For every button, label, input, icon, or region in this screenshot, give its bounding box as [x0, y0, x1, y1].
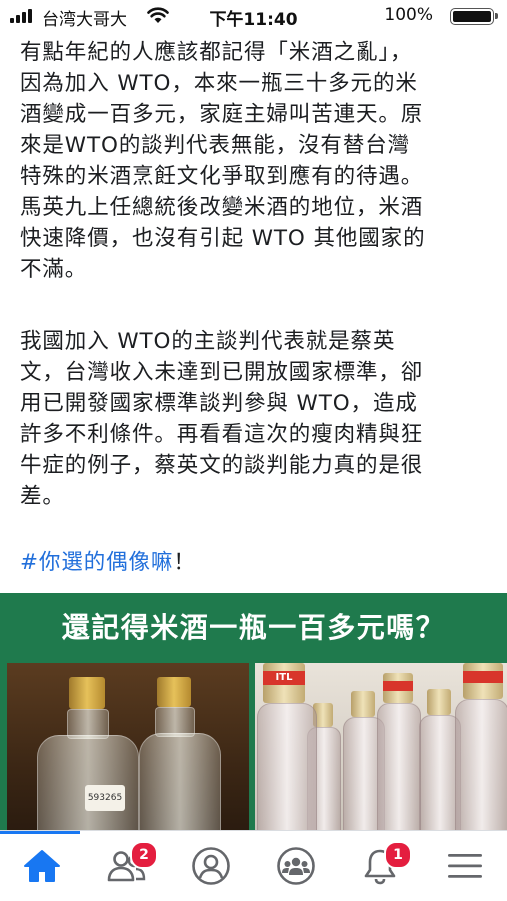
tab-profile[interactable] [169, 831, 253, 901]
post-body-continued: 我國加入 WTO的主談判代表就是蔡英 文，台灣收入未達到已開放國家標準，卻 用已… [20, 326, 490, 512]
post-image[interactable]: 還記得米酒一瓶一百多元嗎？ 593265 ITL [0, 593, 507, 833]
bottle-tag: 593265 [85, 785, 125, 811]
rice-wine-bottles-photo-left: 593265 [7, 663, 249, 833]
tab-friends[interactable]: 2 [84, 831, 168, 901]
post-body: 有點年紀的人應該都記得「米酒之亂」， 因為加入 WTO，本來一瓶三十多元的米 酒… [20, 37, 490, 285]
tab-home[interactable] [0, 831, 84, 901]
status-bar: 台湾大哥大 下午11:40 100% [0, 0, 507, 32]
tab-notifications[interactable]: 1 [338, 831, 422, 901]
battery-level [453, 11, 491, 22]
hamburger-menu-icon [448, 854, 482, 878]
bottom-navigation-bar: 2 1 [0, 830, 507, 901]
tab-groups[interactable] [254, 831, 338, 901]
battery-percentage: 100% [384, 5, 433, 25]
battery-icon [450, 8, 498, 25]
hashtag-suffix: ！ [173, 550, 196, 575]
tab-menu[interactable] [423, 831, 507, 901]
rice-wine-bottles-photo-right: ITL [255, 663, 507, 833]
image-caption-title: 還記得米酒一瓶一百多元嗎？ [61, 611, 446, 644]
hashtag-line: #你選的偶像嘛！ [20, 545, 196, 576]
profile-icon [192, 847, 230, 885]
bottle-label: ITL [263, 671, 305, 685]
notifications-badge: 1 [384, 841, 412, 869]
groups-icon [277, 847, 315, 885]
post-paragraph: 我國加入 WTO的主談判代表就是蔡英 文，台灣收入未達到已開放國家標準，卻 用已… [20, 329, 424, 509]
hashtag-link[interactable]: #你選的偶像嘛 [20, 550, 173, 575]
friends-badge: 2 [130, 841, 158, 869]
post-paragraph: 有點年紀的人應該都記得「米酒之亂」， 因為加入 WTO，本來一瓶三十多元的米 酒… [20, 40, 426, 282]
home-icon [24, 850, 60, 882]
